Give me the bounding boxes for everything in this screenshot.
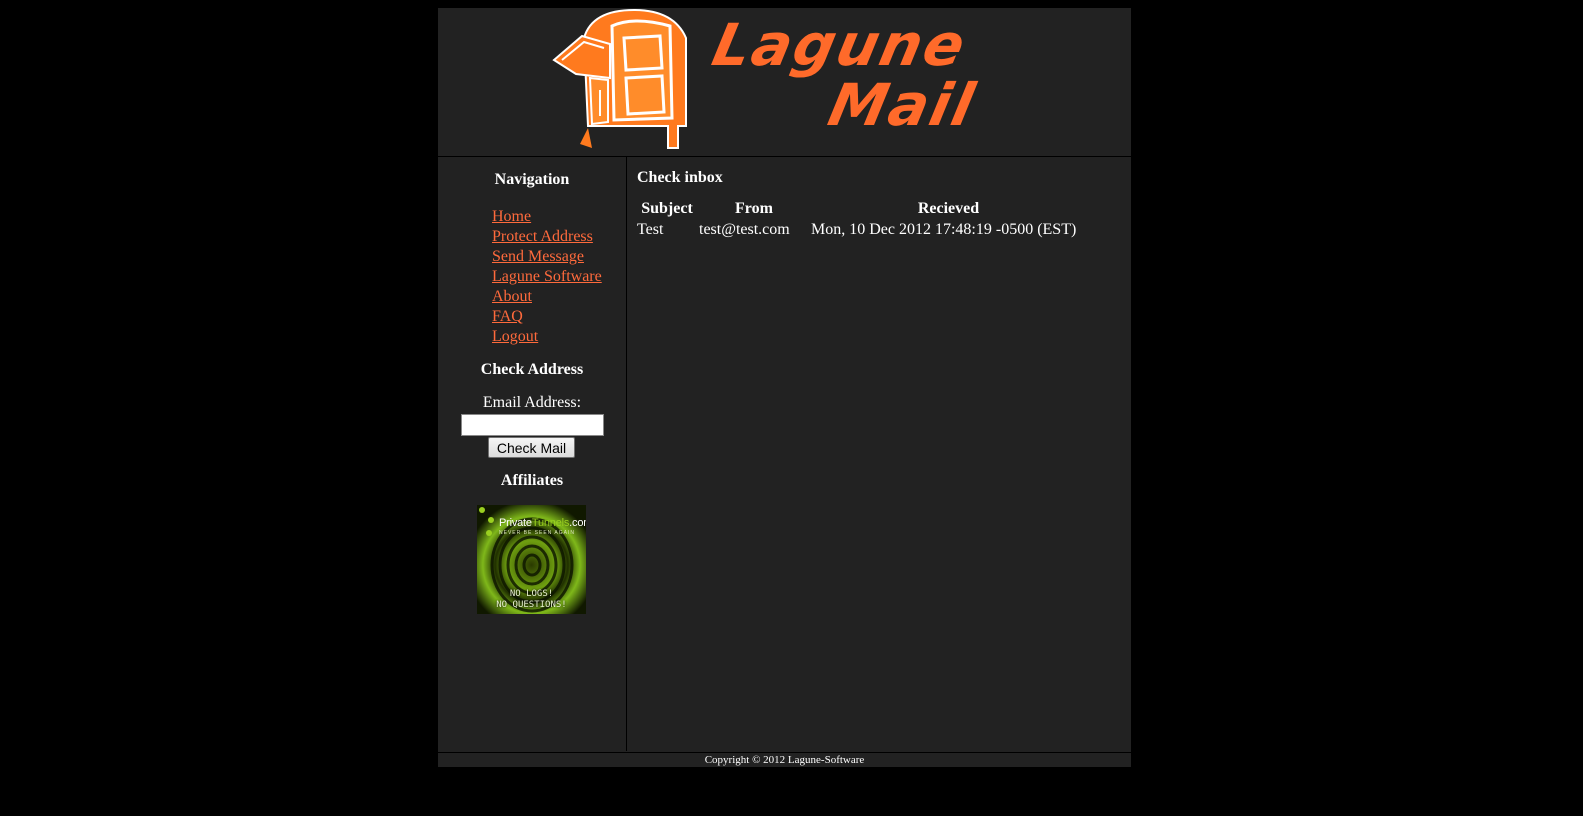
- check-mail-button[interactable]: Check Mail: [488, 437, 575, 458]
- table-header-row: Subject From Recieved: [636, 199, 1087, 220]
- email-address-input[interactable]: [461, 414, 604, 436]
- main-content: Check inbox Subject From Recieved Test t…: [627, 157, 1131, 751]
- affiliate-tagline: NEVER BE SEEN AGAIN: [499, 530, 575, 536]
- column-header-received: Recieved: [917, 200, 980, 217]
- message-from: test@test.com: [699, 221, 790, 238]
- email-address-label: Email Address:: [482, 394, 582, 411]
- affiliate-banner[interactable]: PrivateTunnels.com NEVER BE SEEN AGAIN N…: [477, 505, 586, 614]
- affiliates-heading: Affiliates: [500, 472, 564, 489]
- copyright-text: Copyright © 2012 Lagune-Software: [704, 754, 865, 766]
- nav-link-about[interactable]: About: [492, 287, 602, 307]
- affiliate-brand-part-3: .com: [569, 517, 586, 529]
- logo-text-lagune: Lagune: [706, 11, 973, 79]
- message-received: Mon, 10 Dec 2012 17:48:19 -0500 (EST): [811, 221, 1077, 238]
- navigation-heading: Navigation: [494, 171, 570, 188]
- affiliate-brand-text: PrivateTunnels.com: [499, 517, 586, 529]
- nav-link-protect-address[interactable]: Protect Address: [492, 227, 602, 247]
- nav-link-send-message[interactable]: Send Message: [492, 247, 602, 267]
- nav-link-faq[interactable]: FAQ: [492, 307, 602, 327]
- message-subject[interactable]: Test: [636, 220, 698, 240]
- affiliate-slogan-1: NO LOGS!: [509, 589, 554, 599]
- check-address-heading: Check Address: [480, 361, 584, 378]
- affiliate-slogan-2: NO QUESTIONS!: [496, 600, 567, 610]
- nav-link-home[interactable]: Home: [492, 207, 602, 227]
- column-header-from: From: [735, 200, 773, 217]
- column-header-subject: Subject: [641, 200, 693, 217]
- affiliate-brand-part-1: Private: [499, 517, 532, 529]
- mailbox-logo-icon[interactable]: [552, 8, 692, 158]
- page-container: Lagune Mail Navigation Home Protect Addr…: [438, 8, 1131, 767]
- affiliate-brand-part-2: Tunnels: [531, 517, 570, 529]
- page-title: Check inbox: [637, 169, 723, 186]
- inbox-table: Subject From Recieved Test test@test.com…: [636, 199, 1087, 240]
- logo-text-mail: Mail: [822, 71, 982, 139]
- site-header: Lagune Mail: [438, 8, 1131, 157]
- nav-link-logout[interactable]: Logout: [492, 327, 602, 347]
- nav-list: Home Protect Address Send Message Lagune…: [492, 207, 602, 347]
- sidebar: Navigation Home Protect Address Send Mes…: [438, 157, 627, 751]
- footer: Copyright © 2012 Lagune-Software: [438, 752, 1131, 768]
- nav-link-lagune-software[interactable]: Lagune Software: [492, 267, 602, 287]
- table-row[interactable]: Test test@test.com Mon, 10 Dec 2012 17:4…: [636, 220, 1087, 240]
